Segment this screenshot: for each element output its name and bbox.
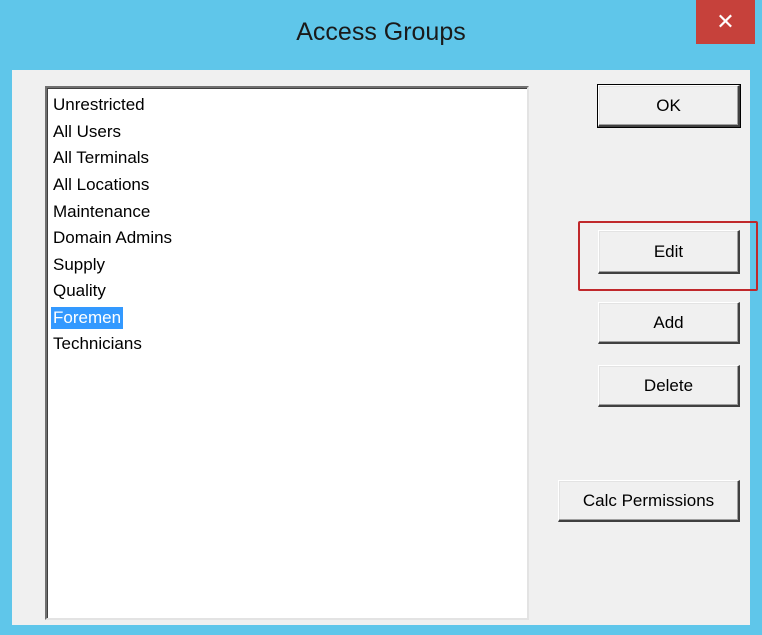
add-button[interactable]: Add bbox=[598, 302, 740, 344]
delete-button[interactable]: Delete bbox=[598, 365, 740, 407]
list-item[interactable]: Technicians bbox=[51, 333, 144, 355]
ok-button[interactable]: OK bbox=[597, 84, 741, 128]
list-item[interactable]: All Users bbox=[51, 121, 123, 143]
list-item[interactable]: All Terminals bbox=[51, 147, 151, 169]
edit-button[interactable]: Edit bbox=[598, 230, 740, 274]
list-item[interactable]: All Locations bbox=[51, 174, 151, 196]
close-button[interactable]: ✕ bbox=[696, 0, 755, 44]
title-bar[interactable]: Access Groups ✕ bbox=[0, 0, 762, 72]
window-title: Access Groups bbox=[296, 18, 466, 46]
calc-permissions-button[interactable]: Calc Permissions bbox=[558, 480, 740, 522]
list-item[interactable]: Supply bbox=[51, 254, 107, 276]
close-icon: ✕ bbox=[716, 9, 735, 34]
dialog-client-area: Unrestricted All Users All Terminals All… bbox=[12, 70, 758, 625]
list-item-selected[interactable]: Foremen bbox=[51, 307, 124, 329]
list-item[interactable]: Maintenance bbox=[51, 201, 152, 223]
list-item[interactable]: Domain Admins bbox=[51, 227, 174, 249]
access-groups-listbox[interactable]: Unrestricted All Users All Terminals All… bbox=[45, 86, 529, 620]
list-item[interactable]: Quality bbox=[51, 280, 108, 302]
access-groups-window: Access Groups ✕ Unrestricted All Users A… bbox=[0, 0, 762, 635]
list-item[interactable]: Unrestricted bbox=[51, 94, 147, 116]
